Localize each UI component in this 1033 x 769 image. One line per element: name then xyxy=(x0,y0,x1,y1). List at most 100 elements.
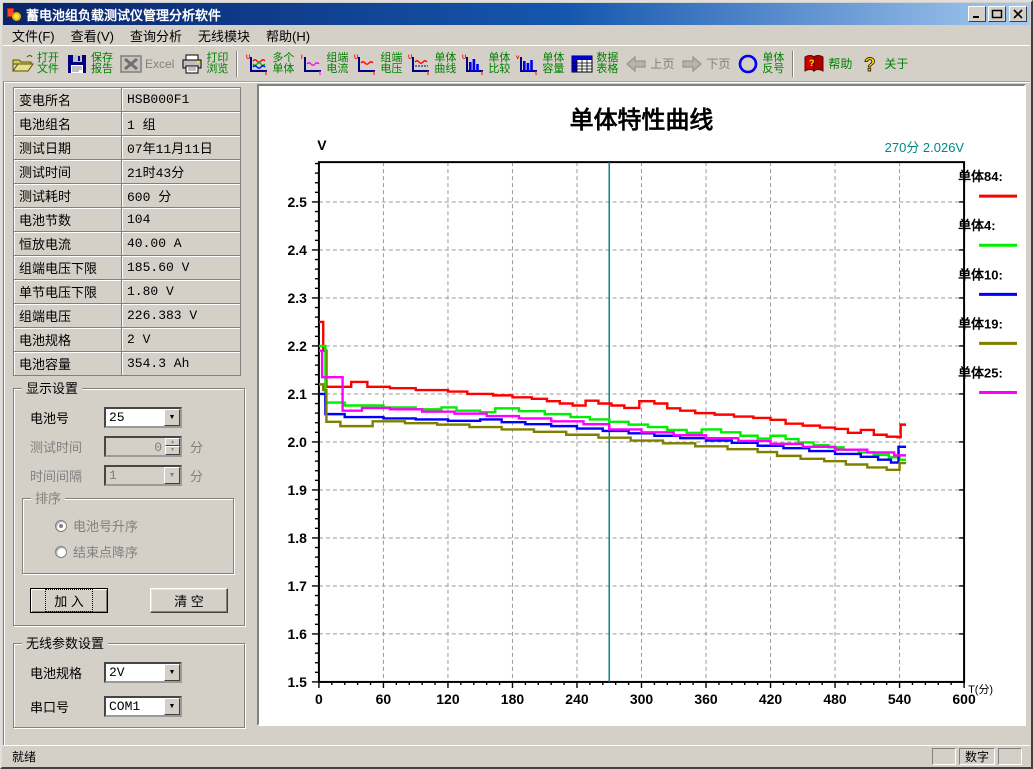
add-button[interactable]: 加 入 xyxy=(30,588,108,613)
multi-cell-chart-icon: U t xyxy=(246,53,270,75)
close-icon xyxy=(1012,9,1024,19)
next-page-arrow-icon xyxy=(680,53,704,75)
data-table-button[interactable]: 数据表格 xyxy=(567,49,621,79)
data-table-icon xyxy=(570,53,594,75)
x-tick-label: 480 xyxy=(823,691,847,707)
chevron-down-icon[interactable]: ▼ xyxy=(164,664,180,681)
status-message: 就绪 xyxy=(12,748,929,765)
about-button[interactable]: ? 关于 xyxy=(855,49,911,79)
x-tick-label: 60 xyxy=(376,691,392,707)
spin-down-icon: ▼ xyxy=(165,446,180,455)
chart-panel: 0601201802403003604204805406001.51.61.71… xyxy=(257,84,1026,726)
test-time-label: 测试时间 xyxy=(30,437,104,456)
menu-bar: 文件(F) 查看(V) 查询分析 无线模块 帮助(H) xyxy=(3,25,1030,45)
next-page-button: 下页 xyxy=(677,49,733,79)
group-current-chart-button[interactable]: I t 组端电流 xyxy=(297,49,351,79)
cell-curve-chart-button[interactable]: U t 单体曲线 xyxy=(405,49,459,79)
menu-query-analysis[interactable]: 查询分析 xyxy=(122,24,190,47)
prev-page-arrow-icon xyxy=(624,53,648,75)
print-preview-button[interactable]: 打印浏览 xyxy=(177,49,231,79)
test-time-spinner: 0 ▲ ▼ xyxy=(104,436,182,457)
status-bar: 就绪 数字 xyxy=(3,745,1030,766)
table-row: 测试日期07年11月11日 xyxy=(14,136,241,160)
radio-icon xyxy=(55,546,67,558)
spin-up-icon: ▲ xyxy=(165,438,180,447)
close-button[interactable] xyxy=(1009,6,1027,22)
cell-invert-button[interactable]: 单体反号 xyxy=(733,49,787,79)
y-tick-label: 1.9 xyxy=(287,482,307,498)
about-icon: ? xyxy=(858,53,882,75)
minimize-icon xyxy=(971,9,983,19)
group-current-chart-icon: I t xyxy=(300,53,324,75)
table-row: 电池规格2 V xyxy=(14,328,241,352)
y-tick-label: 2.3 xyxy=(287,290,307,306)
x-tick-label: 180 xyxy=(501,691,525,707)
table-row: 测试耗时600 分 xyxy=(14,184,241,208)
battery-spec-select[interactable]: 2V ▼ xyxy=(104,662,182,683)
battery-no-select[interactable]: 25 ▼ xyxy=(104,407,182,428)
help-book-icon: ? xyxy=(802,53,826,75)
y-tick-label: 1.6 xyxy=(287,626,307,642)
menu-view[interactable]: 查看(V) xyxy=(63,24,122,47)
interval-label: 时间间隔 xyxy=(30,466,104,485)
chevron-down-icon: ▼ xyxy=(164,467,180,484)
y-tick-label: 2.0 xyxy=(287,434,307,450)
battery-info-table: 变电所名HSB000F1 电池组名1 组 测试日期07年11月11日 测试时间2… xyxy=(13,87,241,376)
svg-text:t: t xyxy=(481,71,483,75)
y-tick-label: 1.5 xyxy=(287,674,307,690)
svg-text:U: U xyxy=(246,55,250,61)
svg-text:U: U xyxy=(408,55,412,61)
menu-wireless-module[interactable]: 无线模块 xyxy=(190,24,258,47)
svg-text:t: t xyxy=(535,71,537,75)
minimize-button[interactable] xyxy=(968,6,986,22)
chevron-down-icon[interactable]: ▼ xyxy=(164,409,180,426)
svg-text:t: t xyxy=(265,71,267,75)
legend-label-1: 单体4: xyxy=(958,218,996,233)
excel-icon xyxy=(119,53,143,75)
info-sidebar: 变电所名HSB000F1 电池组名1 组 测试日期07年11月11日 测试时间2… xyxy=(3,82,255,745)
menu-file[interactable]: 文件(F) xyxy=(4,24,63,47)
cell-curve-chart-icon: U t xyxy=(408,53,432,75)
open-file-button[interactable]: 打开文件 xyxy=(8,49,62,79)
menu-help[interactable]: 帮助(H) xyxy=(258,24,318,47)
print-preview-icon xyxy=(180,53,204,75)
y-tick-label: 2.2 xyxy=(287,338,307,354)
legend-label-2: 单体10: xyxy=(958,267,1003,282)
clear-button[interactable]: 清 空 xyxy=(150,588,228,613)
table-row: 变电所名HSB000F1 xyxy=(14,88,241,112)
title-bar[interactable]: 蓄电池组负载测试仪管理分析软件 xyxy=(3,3,1030,25)
app-icon xyxy=(6,6,22,22)
com-port-label: 串口号 xyxy=(30,697,104,716)
legend-label-4: 单体25: xyxy=(958,365,1003,380)
cell-compare-chart-icon: U t xyxy=(462,53,486,75)
save-report-button[interactable]: 保存报告 xyxy=(62,49,116,79)
multi-cell-chart-button[interactable]: U t 多个单体 xyxy=(243,49,297,79)
x-tick-label: 120 xyxy=(436,691,460,707)
table-row: 测试时间21时43分 xyxy=(14,160,241,184)
x-tick-label: 360 xyxy=(694,691,718,707)
table-row: 电池容量354.3 Ah xyxy=(14,352,241,376)
x-tick-label: 420 xyxy=(759,691,783,707)
table-row: 电池组名1 组 xyxy=(14,112,241,136)
table-row: 组端电压226.383 V xyxy=(14,304,241,328)
maximize-button[interactable] xyxy=(988,6,1006,22)
sort-group: 排序 电池号升序 结束点降序 xyxy=(22,498,234,574)
main-area: 变电所名HSB000F1 电池组名1 组 测试日期07年11月11日 测试时间2… xyxy=(3,81,1030,745)
toolbar: 打开文件 保存报告 Excel xyxy=(3,45,1030,81)
legend-label-0: 单体84: xyxy=(958,169,1003,184)
com-port-select[interactable]: COM1 ▼ xyxy=(104,696,182,717)
help-button[interactable]: ? 帮助 xyxy=(799,49,855,79)
svg-text:U: U xyxy=(354,55,358,61)
y-tick-label: 1.7 xyxy=(287,578,307,594)
status-num-indicator: 数字 xyxy=(959,748,995,765)
table-row: 恒放电流40.00 A xyxy=(14,232,241,256)
group-voltage-chart-icon: U t xyxy=(354,53,378,75)
chevron-down-icon[interactable]: ▼ xyxy=(164,698,180,715)
display-settings-group: 显示设置 电池号 25 ▼ 测试时间 0 ▲ ▼ xyxy=(13,388,245,626)
group-voltage-chart-button[interactable]: U t 组端电压 xyxy=(351,49,405,79)
cell-capacity-chart-button[interactable]: v t 单体容量 xyxy=(513,49,567,79)
toolbar-separator xyxy=(236,51,238,77)
cell-compare-chart-button[interactable]: U t 单体比较 xyxy=(459,49,513,79)
legend-label-3: 单体19: xyxy=(958,316,1003,331)
svg-text:U: U xyxy=(462,55,466,61)
